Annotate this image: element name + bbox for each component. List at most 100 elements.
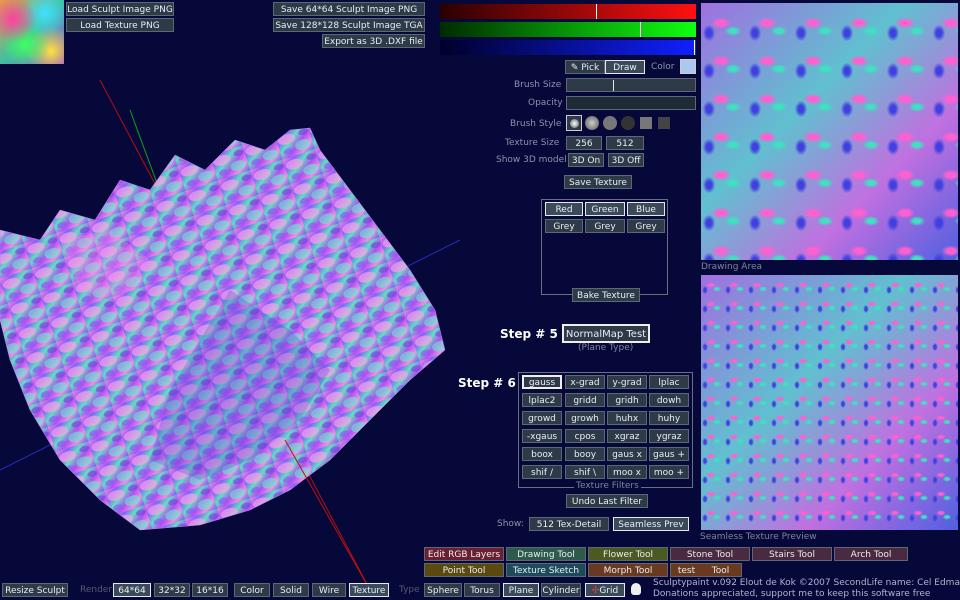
filter--xgaus-button[interactable]: -xgaus <box>522 429 562 443</box>
save-64-button[interactable]: Save 64*64 Sculpt Image PNG <box>273 2 425 16</box>
filter-lplac2-button[interactable]: lplac2 <box>522 393 562 407</box>
tool2-test-3-button[interactable]: test <box>670 563 702 577</box>
bake-texture-button[interactable]: Bake Texture <box>572 288 640 302</box>
draw-button[interactable]: Draw <box>605 60 645 74</box>
tool-edit-rgb-layers-button[interactable]: Edit RGB Layers <box>424 547 504 561</box>
tool-drawing-tool-button[interactable]: Drawing Tool <box>506 547 586 561</box>
seamless-prev-button[interactable]: Seamless Prev <box>613 517 689 531</box>
export-dxf-button[interactable]: Export as 3D .DXF file <box>322 34 425 48</box>
filter-shif--button[interactable]: shif / <box>522 465 562 479</box>
render-64-button[interactable]: 64*64 <box>113 583 151 597</box>
render-16-button[interactable]: 16*16 <box>192 583 228 597</box>
eyedropper-icon: ✎ <box>570 63 579 73</box>
brush-size-knob[interactable] <box>613 80 614 91</box>
render-texture-button[interactable]: Texture <box>349 583 389 597</box>
load-texture-button[interactable]: Load Texture PNG <box>66 18 174 32</box>
show3d-label: Show 3D model <box>496 155 567 165</box>
filter-moo--button[interactable]: moo + <box>649 465 689 479</box>
save-texture-button[interactable]: Save Texture <box>564 175 632 189</box>
type-cylinder-button[interactable]: Cylinder <box>541 583 581 597</box>
filter-gridh-button[interactable]: gridh <box>607 393 647 407</box>
filter-moo-x-button[interactable]: moo x <box>607 465 647 479</box>
brush-style-square-dark[interactable] <box>658 117 670 129</box>
filter-y-grad-button[interactable]: y-grad <box>607 375 647 389</box>
brush-style-hard[interactable] <box>603 116 617 130</box>
blue-slider-knob[interactable] <box>694 40 695 55</box>
render-color-button[interactable]: Color <box>234 583 270 597</box>
filter-gaus-x-button[interactable]: gaus x <box>607 447 647 461</box>
brush-style-dark[interactable] <box>621 116 635 130</box>
bake-grey-1-button[interactable]: Grey <box>545 219 583 233</box>
resize-sculpt-button[interactable]: Resize Sculpt <box>2 583 68 597</box>
drawing-area[interactable] <box>701 3 958 260</box>
render-32-button[interactable]: 32*32 <box>154 583 190 597</box>
filter-ygraz-button[interactable]: ygraz <box>649 429 689 443</box>
tex-256-button[interactable]: 256 <box>566 136 602 150</box>
filter-boox-button[interactable]: boox <box>522 447 562 461</box>
texture-filters-caption: Texture Filters <box>574 481 641 491</box>
green-slider[interactable] <box>440 22 696 37</box>
brush-soft-icon <box>570 119 579 128</box>
tex-detail-button[interactable]: 512 Tex-Detail <box>529 517 609 531</box>
filter-lplac-button[interactable]: lplac <box>649 375 689 389</box>
save-128-button[interactable]: Save 128*128 Sculpt Image TGA <box>273 18 425 32</box>
filter-cpos-button[interactable]: cpos <box>565 429 605 443</box>
current-color-swatch[interactable] <box>680 59 696 74</box>
filter-dowh-button[interactable]: dowh <box>649 393 689 407</box>
filter-booy-button[interactable]: booy <box>565 447 605 461</box>
tool-stairs-tool-button[interactable]: Stairs Tool <box>752 547 832 561</box>
filter-gaus--button[interactable]: gaus + <box>649 447 689 461</box>
render-solid-button[interactable]: Solid <box>273 583 309 597</box>
tool2-texture-sketch-1-button[interactable]: Texture Sketch <box>506 563 586 577</box>
type-torus-button[interactable]: Torus <box>464 583 500 597</box>
red-slider[interactable] <box>440 4 696 19</box>
tool-stone-tool-button[interactable]: Stone Tool <box>670 547 750 561</box>
3d-on-button[interactable]: 3D On <box>568 153 604 167</box>
grid-toggle-button[interactable]: ✣Grid <box>585 583 625 597</box>
tex-512-button[interactable]: 512 <box>606 136 644 150</box>
3d-off-button[interactable]: 3D Off <box>608 153 644 167</box>
type-plane-button[interactable]: Plane <box>503 583 539 597</box>
filter-gridd-button[interactable]: gridd <box>565 393 605 407</box>
filter-xgraz-button[interactable]: xgraz <box>607 429 647 443</box>
bake-red-button[interactable]: Red <box>545 202 583 216</box>
brush-style-label: Brush Style <box>510 119 562 129</box>
filter-huhx-button[interactable]: huhx <box>607 411 647 425</box>
tool2-point-tool-0-button[interactable]: Point Tool <box>424 563 504 577</box>
opacity-label: Opacity <box>528 98 563 108</box>
undo-filter-button[interactable]: Undo Last Filter <box>566 494 648 508</box>
brush-size-slider[interactable] <box>566 78 696 92</box>
bake-grey-2-button[interactable]: Grey <box>585 219 625 233</box>
load-sculpt-button[interactable]: Load Sculpt Image PNG <box>66 2 174 16</box>
filter-huhy-button[interactable]: huhy <box>649 411 689 425</box>
brush-style-soft[interactable] <box>566 115 582 131</box>
bake-green-button[interactable]: Green <box>585 202 625 216</box>
render-wire-button[interactable]: Wire <box>312 583 346 597</box>
color-label: Color <box>651 62 675 72</box>
tool-flower-tool-button[interactable]: Flower Tool <box>588 547 668 561</box>
red-slider-knob[interactable] <box>596 4 597 19</box>
brush-style-square[interactable] <box>640 117 652 129</box>
tool-arch-tool-button[interactable]: Arch Tool <box>834 547 908 561</box>
filter-gauss-button[interactable]: gauss <box>522 375 562 389</box>
filter-growh-button[interactable]: growh <box>565 411 605 425</box>
normalmap-test-button[interactable]: NormalMap Test <box>562 324 650 343</box>
3d-viewport[interactable] <box>0 60 460 590</box>
bake-blue-button[interactable]: Blue <box>627 202 665 216</box>
pick-button[interactable]: ✎ Pick <box>565 60 605 74</box>
filter-x-grad-button[interactable]: x-grad <box>565 375 605 389</box>
pick-label: Pick <box>581 63 600 73</box>
brush-style-medium[interactable] <box>585 116 599 130</box>
filter-growd-button[interactable]: growd <box>522 411 562 425</box>
show-label: Show: <box>497 519 524 529</box>
bake-grey-3-button[interactable]: Grey <box>627 219 665 233</box>
seamless-preview <box>701 275 958 530</box>
filter-shif--button[interactable]: shif \ <box>565 465 605 479</box>
tool2-morph-tool-2-button[interactable]: Morph Tool <box>588 563 668 577</box>
type-sphere-button[interactable]: Sphere <box>424 583 462 597</box>
tool2-tool-4-button[interactable]: Tool <box>700 563 742 577</box>
green-slider-knob[interactable] <box>640 22 641 37</box>
light-bulb-icon[interactable] <box>631 583 641 595</box>
blue-slider[interactable] <box>440 40 696 55</box>
opacity-slider[interactable] <box>566 96 696 110</box>
